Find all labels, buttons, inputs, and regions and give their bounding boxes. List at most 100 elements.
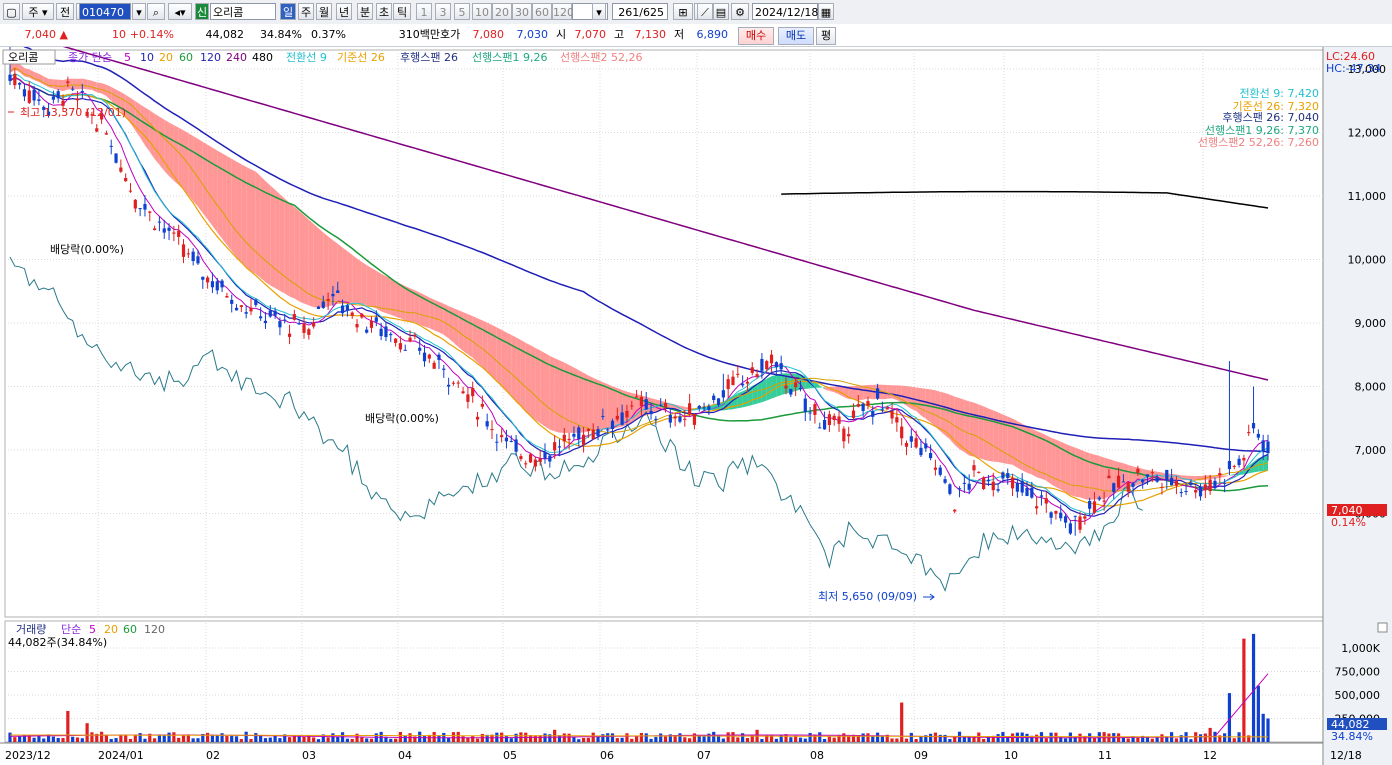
conversion-line-legend: 전환선 9 (286, 51, 327, 64)
cloud-segment (1012, 418, 1018, 468)
price-tick-label: 7,000 (1355, 444, 1387, 457)
tick-1[interactable]: 1 (416, 3, 432, 20)
candle-body (654, 418, 658, 420)
volume-bar (1150, 738, 1154, 742)
volume-bar (466, 737, 470, 742)
cloud-segment (149, 110, 155, 160)
volume-bar (774, 738, 778, 742)
candle-body (678, 416, 682, 422)
gear-icon[interactable]: ⚙ (731, 3, 749, 20)
candle-body (234, 307, 239, 311)
buy-button[interactable]: 매수 (738, 27, 774, 45)
candle-body (292, 314, 296, 320)
ma-legend-label: 종가 단순 (68, 51, 112, 64)
x-tick-label: 12 (1203, 749, 1217, 762)
candle-body (27, 90, 31, 103)
candle-body (466, 394, 470, 402)
candle-body (731, 376, 735, 385)
date-input[interactable]: 2024/12/18 (752, 3, 818, 20)
volume-bar (471, 736, 475, 742)
candle-body (379, 328, 383, 337)
interval-month[interactable]: 월 (316, 3, 332, 20)
volume-bar (688, 738, 692, 742)
candle-body (736, 373, 740, 375)
volume-bar (90, 732, 94, 742)
interval-second[interactable]: 초 (376, 3, 392, 20)
calendar-icon[interactable]: ▦ (818, 3, 834, 20)
search-icon[interactable]: ⌕ (147, 3, 165, 20)
ask-price: 7,080 (472, 28, 505, 41)
interval-tick[interactable]: 틱 (393, 3, 411, 20)
cloud-segment (231, 158, 237, 257)
sell-button[interactable]: 매도 (778, 27, 814, 45)
candle-body (953, 509, 957, 512)
candle-body (716, 398, 721, 406)
candle-body (1078, 516, 1082, 530)
candle-body (1218, 473, 1222, 476)
volume-bar (80, 738, 84, 742)
candle-body (66, 81, 70, 83)
stock-code-input[interactable]: 010470 (79, 3, 131, 20)
tick-120[interactable]: 120 (552, 3, 574, 20)
count-field[interactable]: 261/625 (612, 3, 668, 20)
candle-body (210, 281, 215, 288)
candle-body (948, 484, 952, 494)
interval-day[interactable]: 일 (280, 3, 296, 20)
sound-icon[interactable]: ◂▾ (168, 3, 192, 20)
candle-body (644, 399, 648, 410)
volume-bar (890, 738, 894, 742)
stock-name-field[interactable]: 오리콤 (210, 3, 276, 20)
volume-bar (119, 734, 123, 742)
volume-bar (996, 734, 1000, 742)
candle-body (668, 414, 672, 423)
candle-body (128, 190, 133, 192)
candle-body (625, 410, 629, 418)
candle-body (774, 362, 778, 368)
cloud-segment (761, 378, 767, 403)
tick-5[interactable]: 5 (454, 3, 470, 20)
volume-bar (909, 732, 913, 742)
candle-body (938, 467, 942, 475)
tick-10[interactable]: 10 (472, 3, 492, 20)
candle-body (972, 465, 976, 471)
bid-price: 7,030 (516, 28, 549, 41)
candle-body (1020, 480, 1024, 493)
prev-jeon-button[interactable]: 전 (56, 3, 74, 20)
candle-body (813, 404, 817, 415)
candle-body (278, 321, 282, 328)
volume-pane-close-icon[interactable] (1377, 622, 1388, 633)
tick-30[interactable]: 30 (512, 3, 532, 20)
save-icon[interactable]: ▤ (713, 3, 729, 20)
cloud-segment (969, 401, 974, 457)
cloud-segment (935, 390, 941, 432)
interval-minute[interactable]: 분 (357, 3, 373, 20)
cloud-segment (294, 206, 300, 302)
candle-body (524, 463, 528, 465)
tick-20[interactable]: 20 (492, 3, 512, 20)
stock-chart[interactable]: 13,00012,00011,00010,0009,0008,0007,0006… (0, 47, 1392, 765)
interval-year[interactable]: 년 (336, 3, 352, 20)
open-price: 7,070 (574, 28, 607, 41)
volume-bar (1126, 738, 1130, 742)
chart-tool-icon[interactable]: ⟋ (697, 3, 713, 20)
candle-body (51, 96, 55, 100)
tick-60[interactable]: 60 (532, 3, 552, 20)
cloud-segment (154, 113, 160, 165)
cloud-segment (381, 273, 386, 314)
candle-body (56, 91, 60, 99)
period-type-select[interactable]: 주 ▾ (22, 3, 54, 20)
candle-body (630, 405, 634, 407)
volume-bar (225, 736, 229, 742)
eval-button[interactable]: 평 (816, 27, 836, 45)
volume-value: 44,082 (205, 28, 245, 41)
candle-body (750, 367, 754, 373)
volume-bar (577, 739, 581, 742)
code-dropdown-icon[interactable]: ▾ (132, 3, 146, 20)
cloud-segment (757, 381, 762, 404)
window-menu-icon[interactable]: ▢ (3, 3, 20, 20)
tick-3[interactable]: 3 (435, 3, 451, 20)
interval-week[interactable]: 주 (298, 3, 314, 20)
cloud-segment (993, 410, 999, 463)
tick-dropdown-icon[interactable]: ▾ (592, 3, 606, 20)
zoom-icon[interactable]: ⊞ (673, 3, 693, 20)
